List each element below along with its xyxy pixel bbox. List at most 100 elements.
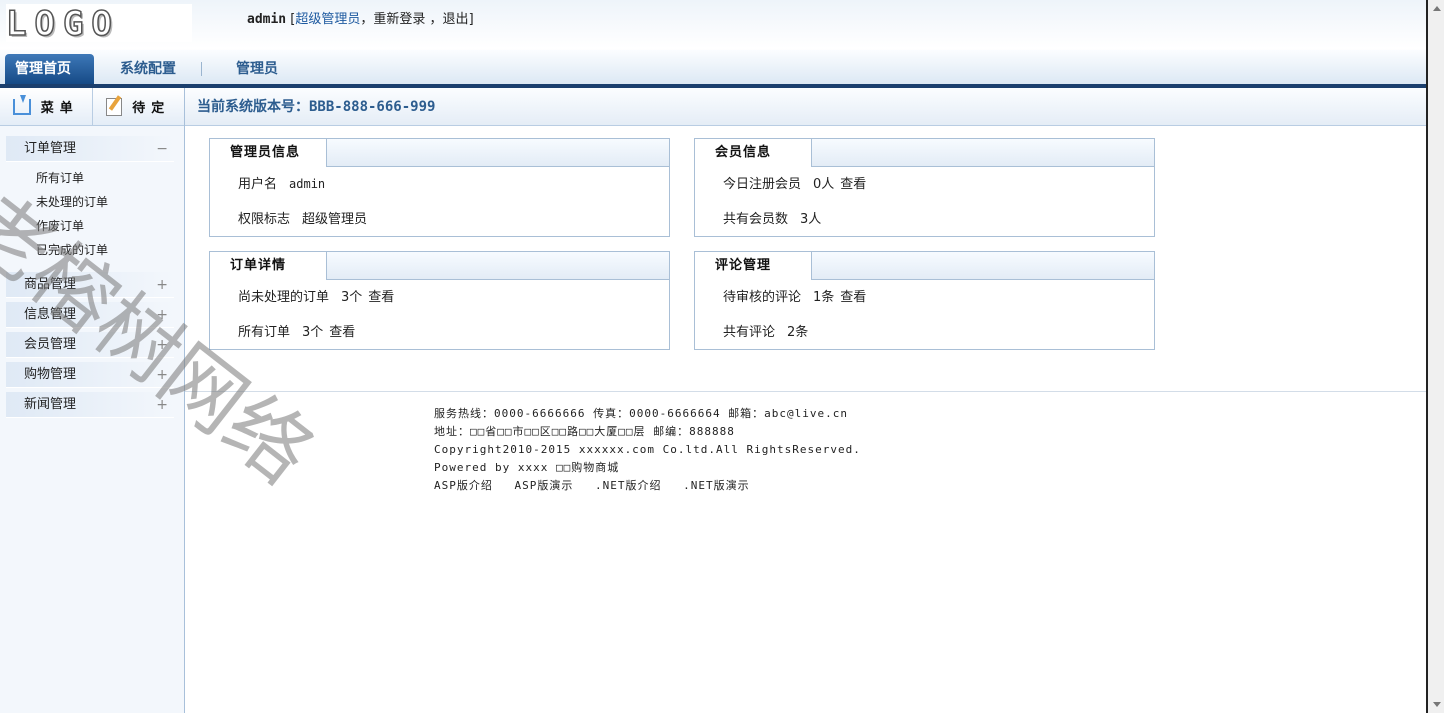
footer-divider	[185, 391, 1426, 392]
main-content: 当前系统版本号：BBB-888-666-999 管理员信息 用户名 admin 权…	[185, 88, 1426, 713]
panel-row: 共有会员数 3人	[695, 202, 1154, 237]
edit-icon	[106, 97, 123, 116]
panel-title: 管理员信息	[209, 138, 327, 167]
collapse-icon: −	[156, 141, 168, 157]
sidebar: 菜单 待定 订单管理 − 所有订单 未处理的订单 作废订单 已完成的订单 商品管…	[0, 88, 185, 713]
footer-address: 地址：□□省□□市□□区□□路□□大厦□□层 邮编：888888	[434, 425, 735, 438]
tab-admin[interactable]: 管理员	[226, 54, 288, 84]
row-label: 共有评论	[723, 325, 776, 340]
row-label: 所有订单	[238, 325, 291, 340]
role-link[interactable]: 超级管理员	[295, 12, 360, 27]
username: admin	[247, 12, 287, 27]
menu-group-news: 新闻管理 +	[6, 392, 174, 418]
menu-title-orders[interactable]: 订单管理 −	[6, 136, 174, 162]
expand-icon: +	[156, 307, 168, 323]
panel-row: 所有订单 3个 查看	[210, 315, 669, 350]
view-link[interactable]: 查看	[368, 290, 394, 305]
version-bar: 当前系统版本号：BBB-888-666-999	[185, 88, 1426, 126]
footer-link-asp-intro[interactable]: ASP版介绍	[434, 479, 493, 492]
menu-title-products[interactable]: 商品管理 +	[6, 272, 174, 298]
panel-header: 会员信息	[694, 138, 1154, 167]
sidebar-tab-pending[interactable]: 待定	[91, 88, 185, 125]
panel-comment-management: 评论管理 待审核的评论 1条 查看 共有评论 2条	[694, 251, 1155, 350]
relogin-link[interactable]: 重新登录	[373, 12, 425, 27]
footer-link-net-demo[interactable]: .NET版演示	[683, 479, 750, 492]
panel-header: 管理员信息	[209, 138, 669, 167]
panel-row: 今日注册会员 0人 查看	[695, 167, 1154, 202]
page: LOGO admin [超级管理员，重新登录 ，退出] 管理首页 系统配置 管理…	[0, 0, 1444, 713]
row-value: 超级管理员	[302, 212, 368, 227]
nav-bar: 管理首页 系统配置 管理员	[0, 50, 1426, 88]
menu-title-shopping[interactable]: 购物管理 +	[6, 362, 174, 388]
footer-links: ASP版介绍 ASP版演示 .NET版介绍 .NET版演示	[434, 477, 861, 495]
menu-title-label: 信息管理	[24, 307, 77, 322]
menu-group-shopping: 购物管理 +	[6, 362, 174, 388]
row-label: 尚未处理的订单	[238, 290, 330, 305]
tab-system-config[interactable]: 系统配置	[110, 54, 186, 84]
menu-group-products: 商品管理 +	[6, 272, 174, 298]
scroll-down-icon[interactable]	[1433, 702, 1441, 707]
view-link[interactable]: 查看	[329, 325, 355, 340]
footer-copyright: Copyright2010-2015 xxxxxx.com Co.ltd.All…	[434, 443, 861, 456]
tab-separator	[201, 62, 202, 76]
version-label: 当前系统版本号：	[197, 99, 309, 115]
menu-title-label: 会员管理	[24, 337, 77, 352]
expand-icon: +	[156, 337, 168, 353]
row-value: 2条	[787, 325, 809, 340]
bracket-close: ]	[468, 12, 474, 27]
menu-item-void-orders[interactable]: 作废订单	[36, 214, 174, 238]
sidebar-header: 菜单 待定	[0, 88, 184, 126]
row-value: 1条	[813, 290, 835, 305]
panel-member-info: 会员信息 今日注册会员 0人 查看 共有会员数 3人	[694, 138, 1155, 237]
menu-item-all-orders[interactable]: 所有订单	[36, 166, 174, 190]
expand-icon: +	[156, 367, 168, 383]
menu-title-label: 新闻管理	[24, 397, 77, 412]
row-label: 用户名	[238, 177, 278, 192]
menu-group-info: 信息管理 +	[6, 302, 174, 328]
row-value: 3个	[302, 325, 324, 340]
panel-row: 用户名 admin	[210, 167, 669, 202]
panel-order-details: 订单详情 尚未处理的订单 3个 查看 所有订单 3个 查看	[209, 251, 670, 350]
row-label: 今日注册会员	[723, 177, 802, 192]
footer: 服务热线：0000-6666666 传真：0000-6666664 邮箱：abc…	[434, 405, 861, 495]
panel-row: 尚未处理的订单 3个 查看	[210, 280, 669, 315]
panel-row: 权限标志 超级管理员	[210, 202, 669, 237]
footer-link-asp-demo[interactable]: ASP版演示	[515, 479, 574, 492]
sidebar-tab-menu[interactable]: 菜单	[0, 88, 92, 125]
scroll-up-icon[interactable]	[1433, 6, 1441, 11]
panel-title: 订单详情	[209, 251, 327, 280]
user-bar: admin [超级管理员，重新登录 ，退出]	[247, 8, 474, 27]
footer-link-net-intro[interactable]: .NET版介绍	[595, 479, 662, 492]
row-value: 0人	[813, 177, 835, 192]
menu-title-label: 商品管理	[24, 277, 77, 292]
version-value: BBB-888-666-999	[309, 99, 436, 115]
menu-title-news[interactable]: 新闻管理 +	[6, 392, 174, 418]
menu-items-orders: 所有订单 未处理的订单 作废订单 已完成的订单	[6, 162, 174, 268]
logout-link[interactable]: 退出	[443, 12, 469, 27]
row-label: 权限标志	[238, 212, 291, 227]
vertical-scrollbar[interactable]	[1426, 0, 1444, 713]
menu-item-completed-orders[interactable]: 已完成的订单	[36, 238, 174, 262]
panel-title: 会员信息	[694, 138, 812, 167]
expand-icon: +	[156, 397, 168, 413]
panel-header: 订单详情	[209, 251, 669, 280]
view-link[interactable]: 查看	[840, 290, 866, 305]
footer-powered-by: Powered by xxxx □□购物商城	[434, 461, 620, 474]
menu-group-members: 会员管理 +	[6, 332, 174, 358]
panel-admin-info: 管理员信息 用户名 admin 权限标志 超级管理员	[209, 138, 670, 237]
logo: LOGO	[5, 3, 192, 45]
tab-home[interactable]: 管理首页	[5, 54, 94, 84]
download-icon	[12, 94, 31, 115]
row-label: 共有会员数	[723, 212, 789, 227]
menu-title-label: 购物管理	[24, 367, 77, 382]
sidebar-tab-menu-label: 菜单	[40, 101, 79, 116]
panel-title: 评论管理	[694, 251, 812, 280]
menu-title-label: 订单管理	[24, 141, 77, 156]
menu-item-pending-orders[interactable]: 未处理的订单	[36, 190, 174, 214]
menu-title-members[interactable]: 会员管理 +	[6, 332, 174, 358]
panel-header: 评论管理	[694, 251, 1154, 280]
row-value: 3个	[341, 290, 363, 305]
view-link[interactable]: 查看	[840, 177, 866, 192]
separator: ，	[360, 12, 374, 27]
menu-title-info[interactable]: 信息管理 +	[6, 302, 174, 328]
